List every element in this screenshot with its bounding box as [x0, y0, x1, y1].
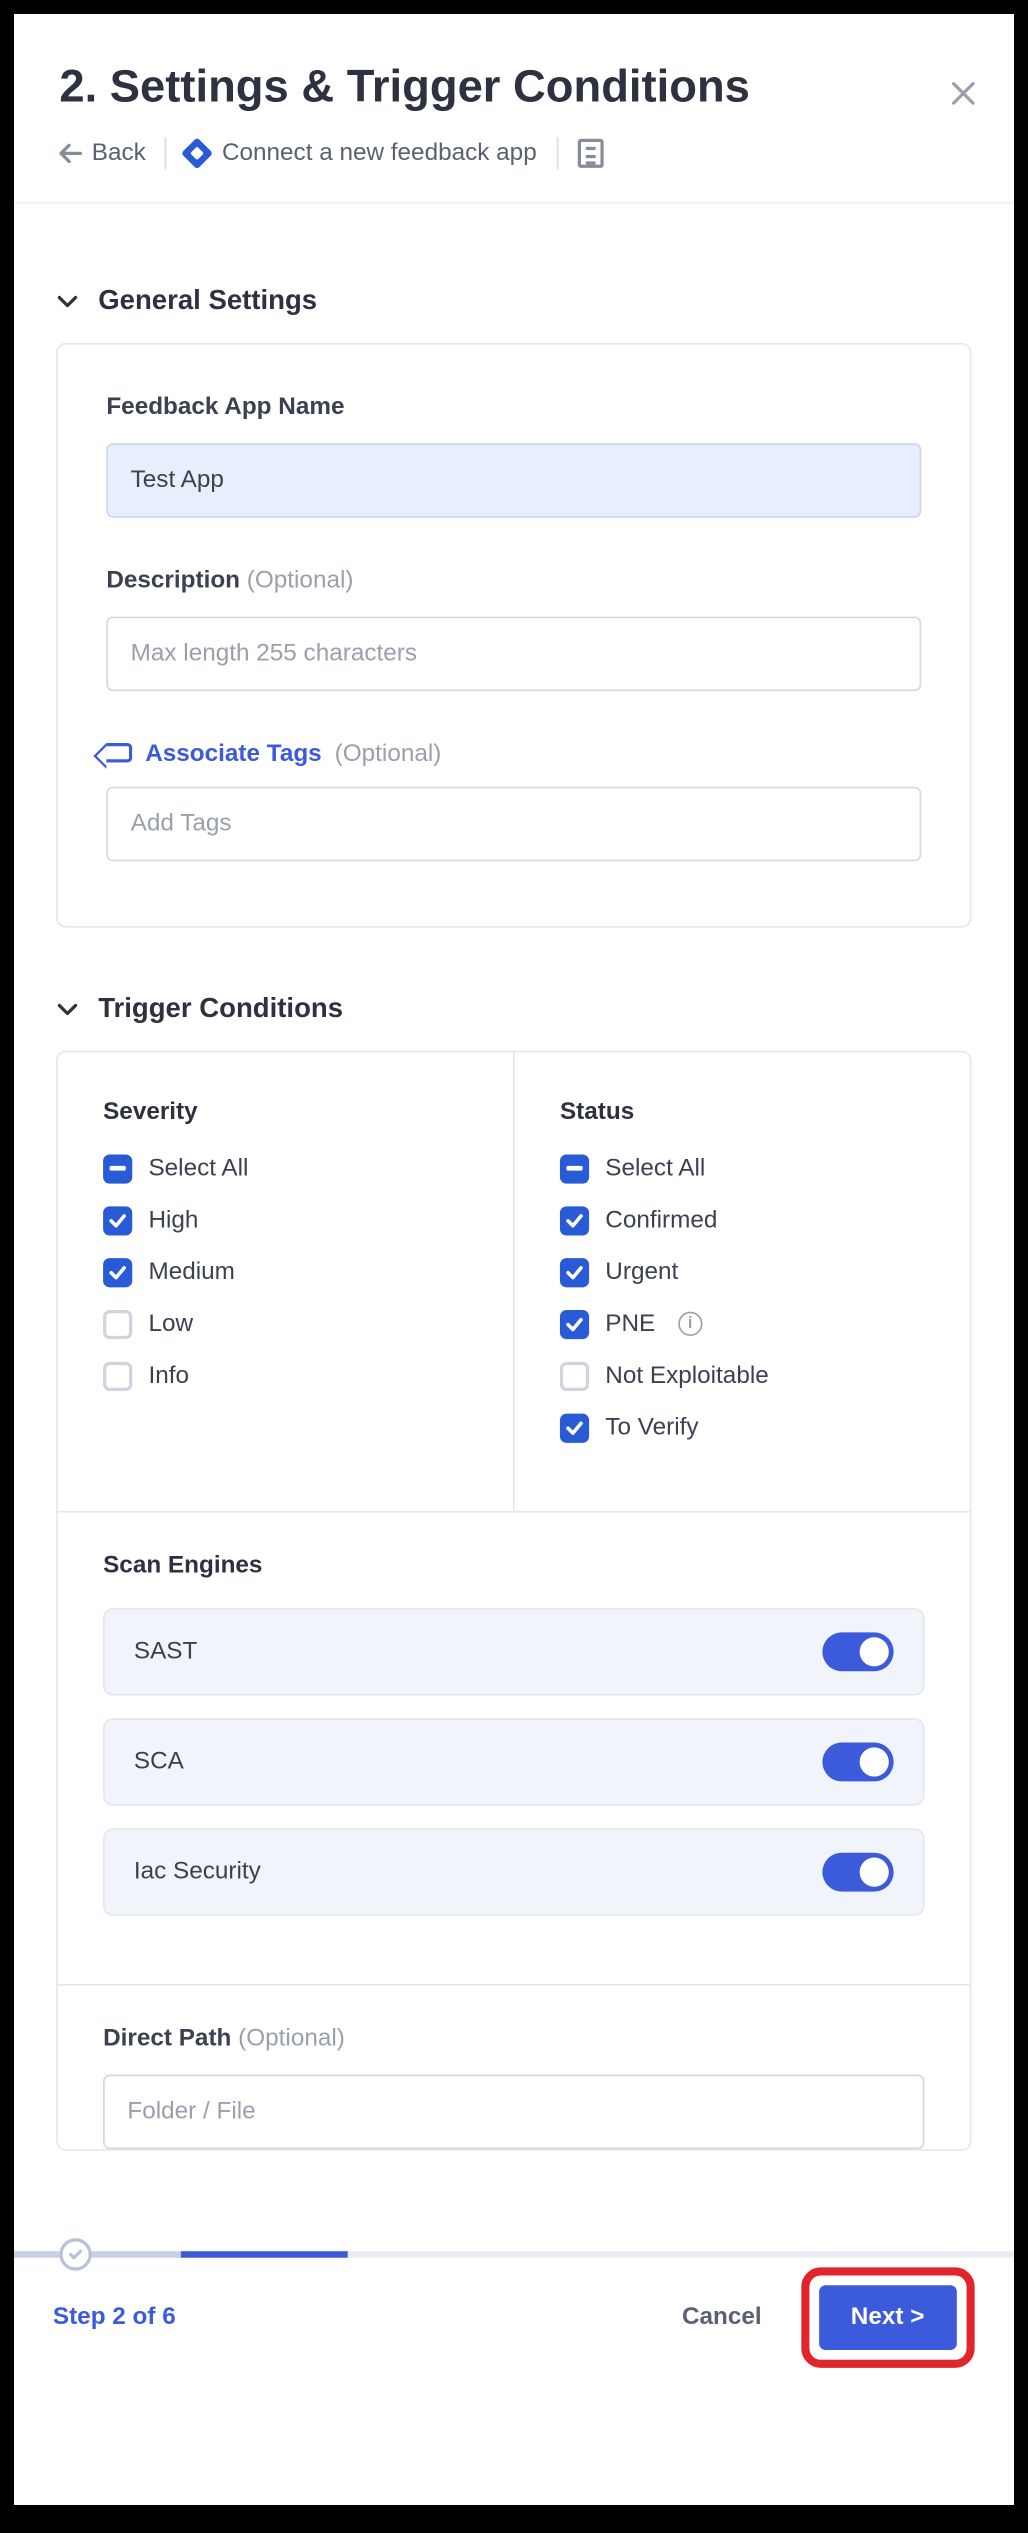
back-label: Back	[92, 141, 146, 165]
checkbox-icon	[560, 1206, 589, 1235]
close-icon[interactable]	[949, 79, 978, 108]
checkbox-label: Urgent	[605, 1258, 678, 1286]
checkbox-icon	[560, 1154, 589, 1183]
engine-row-sast: SAST	[103, 1607, 924, 1694]
separator	[556, 136, 558, 168]
checkbox-label: Confirmed	[605, 1206, 717, 1234]
status-to-verify[interactable]: To Verify	[560, 1413, 925, 1442]
status-confirmed[interactable]: Confirmed	[560, 1206, 925, 1235]
direct-path-label: Direct Path (Optional)	[103, 2024, 924, 2052]
checkbox-label: Select All	[148, 1155, 248, 1183]
description-label: Description (Optional)	[106, 566, 921, 594]
general-settings-title: General Settings	[98, 284, 317, 316]
status-select-all[interactable]: Select All	[560, 1154, 925, 1183]
checkbox-icon	[560, 1309, 589, 1338]
description-input[interactable]	[106, 616, 921, 691]
diamond-icon	[182, 137, 214, 169]
breadcrumb: Back Connect a new feedback app	[59, 136, 968, 168]
tag-icon	[106, 743, 132, 762]
info-icon[interactable]: i	[678, 1312, 702, 1336]
status-pne[interactable]: PNE i	[560, 1309, 925, 1338]
direct-path-input[interactable]	[103, 2074, 924, 2149]
general-settings-panel: Feedback App Name Description (Optional)…	[56, 342, 971, 927]
back-button[interactable]: Back	[59, 141, 145, 165]
separator	[165, 136, 167, 168]
trigger-conditions-panel: Severity Select All High Medium Low Info Sta…	[56, 1050, 971, 2150]
status-heading: Status	[560, 1097, 925, 1125]
engine-label: SCA	[134, 1748, 184, 1776]
document-icon[interactable]	[577, 138, 603, 167]
severity-medium[interactable]: Medium	[103, 1258, 468, 1287]
trigger-conditions-title: Trigger Conditions	[98, 992, 343, 1024]
checkbox-icon	[560, 1258, 589, 1287]
app-name-input[interactable]	[106, 443, 921, 518]
severity-select-all[interactable]: Select All	[103, 1154, 468, 1183]
general-settings-toggle[interactable]: General Settings	[56, 284, 971, 316]
app-name-label: Feedback App Name	[106, 392, 921, 420]
engine-row-sca: SCA	[103, 1718, 924, 1805]
checkbox-label: Info	[148, 1362, 189, 1390]
severity-info[interactable]: Info	[103, 1361, 468, 1390]
checkbox-label: To Verify	[605, 1414, 698, 1442]
connect-label: Connect a new feedback app	[222, 141, 537, 165]
checkbox-icon	[560, 1413, 589, 1442]
page-title: 2. Settings & Trigger Conditions	[59, 59, 968, 113]
engine-toggle[interactable]	[822, 1632, 893, 1671]
status-urgent[interactable]: Urgent	[560, 1258, 925, 1287]
checkbox-label: Select All	[605, 1155, 705, 1183]
cancel-button[interactable]: Cancel	[682, 2303, 762, 2331]
scan-engines-heading: Scan Engines	[103, 1551, 924, 1579]
associate-tags-label: Associate Tags (Optional)	[106, 739, 921, 767]
checkbox-icon	[560, 1361, 589, 1390]
severity-heading: Severity	[103, 1097, 468, 1125]
step-indicator: Step 2 of 6	[53, 2303, 682, 2331]
status-not-exploitable[interactable]: Not Exploitable	[560, 1361, 925, 1390]
checkbox-icon	[103, 1361, 132, 1390]
engine-toggle[interactable]	[822, 1742, 893, 1781]
checkbox-label: PNE	[605, 1310, 655, 1338]
scan-engines-section: Scan Engines SAST SCA Iac Security	[58, 1510, 970, 1983]
next-button-highlight: Next >	[801, 2267, 975, 2367]
direct-path-section: Direct Path (Optional)	[58, 1983, 970, 2148]
next-button[interactable]: Next >	[818, 2285, 956, 2350]
checkbox-icon	[103, 1258, 132, 1287]
chevron-down-icon	[56, 289, 79, 312]
checkbox-label: High	[148, 1206, 198, 1234]
checkbox-icon	[103, 1154, 132, 1183]
checkbox-label: Low	[148, 1310, 193, 1338]
severity-column: Severity Select All High Medium Low Info	[58, 1052, 515, 1510]
trigger-conditions-toggle[interactable]: Trigger Conditions	[56, 992, 971, 1024]
tags-input[interactable]	[106, 786, 921, 861]
engine-toggle[interactable]	[822, 1852, 893, 1891]
engine-label: SAST	[134, 1637, 197, 1665]
checkbox-icon	[103, 1206, 132, 1235]
wizard-footer: Step 2 of 6 Cancel Next >	[14, 2257, 1014, 2377]
checkbox-label: Not Exploitable	[605, 1362, 768, 1390]
checkbox-icon	[103, 1309, 132, 1338]
chevron-down-icon	[56, 997, 79, 1020]
checkbox-label: Medium	[148, 1258, 234, 1286]
engine-row-iac-security: Iac Security	[103, 1828, 924, 1915]
severity-high[interactable]: High	[103, 1206, 468, 1235]
connect-feedback-link[interactable]: Connect a new feedback app	[186, 141, 536, 165]
engine-label: Iac Security	[134, 1858, 261, 1886]
status-column: Status Select All Confirmed Urgent PNE i Not …	[515, 1052, 970, 1510]
severity-low[interactable]: Low	[103, 1309, 468, 1338]
